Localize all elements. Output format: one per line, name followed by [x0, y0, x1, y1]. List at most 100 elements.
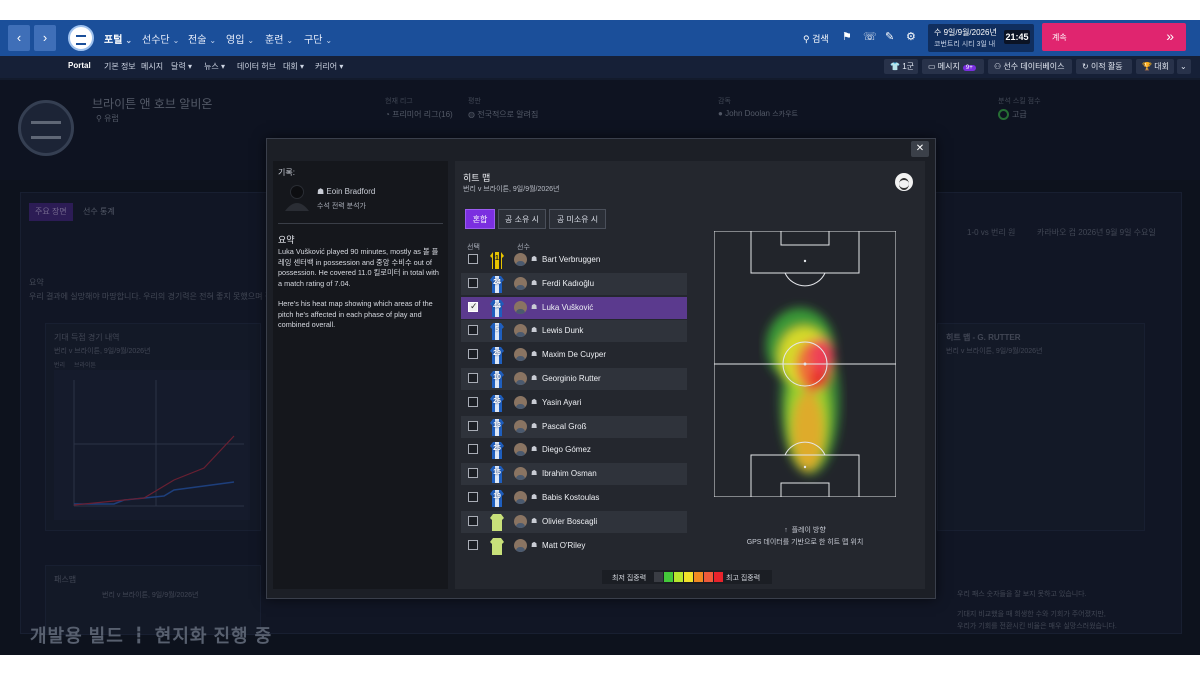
player-person-icon: ☗ [531, 517, 538, 525]
message-icon: ▭ [928, 62, 936, 71]
player-avatar [514, 395, 527, 409]
date-text: 수 9일/9월/2026년 [934, 28, 997, 37]
player-person-icon: ☗ [531, 470, 538, 478]
subnav-competitions[interactable]: 대회 ▾ [283, 61, 304, 72]
transfer-activity-button[interactable]: ↻ 이적 활동 [1076, 59, 1132, 74]
player-row[interactable]: 25 ☗ Diego Gómez [461, 439, 687, 461]
toggle-out-of-possession[interactable]: 공 미소유 시 [549, 209, 606, 229]
subnav-overview[interactable]: 기본 정보 [104, 61, 136, 72]
player-name[interactable]: Babis Kostoulas [542, 493, 599, 502]
toggle-in-possession[interactable]: 공 소유 시 [498, 209, 546, 229]
player-checkbox[interactable] [468, 373, 478, 383]
chevron-down-icon: ⌄ [247, 36, 255, 45]
legend-swatch [664, 572, 673, 582]
player-name[interactable]: Matt O'Riley [542, 541, 585, 550]
settings-icon[interactable]: ⚙ [906, 30, 916, 43]
notification-icon[interactable]: ☏ [863, 30, 877, 43]
player-name[interactable]: Georginio Rutter [542, 374, 601, 383]
player-name[interactable]: Pascal Groß [542, 422, 586, 431]
search-icon: ⚲ [803, 34, 810, 44]
player-row[interactable]: 19 ☗ Babis Kostoulas [461, 487, 687, 509]
shirt-number: 29 [493, 350, 501, 358]
toggle-combined[interactable]: 혼합 [465, 209, 495, 229]
player-name[interactable]: Maxim De Cuyper [542, 350, 606, 359]
player-checkbox[interactable] [468, 396, 478, 407]
player-name[interactable]: Lewis Dunk [542, 326, 583, 335]
player-row[interactable]: 13 ☗ Pascal Groß [461, 415, 687, 438]
subnav-inbox[interactable]: 메시지 [141, 61, 163, 72]
messages-button[interactable]: ▭ 메시지 9+ [922, 59, 984, 74]
continue-button[interactable]: 계속 » [1042, 23, 1186, 51]
player-checkbox[interactable] [468, 420, 478, 431]
player-row[interactable]: 26 ☗ Yasin Ayari [461, 392, 687, 414]
shirt-number: 10 [493, 374, 501, 381]
menu-training[interactable]: 훈련 ⌄ [265, 31, 293, 46]
player-name[interactable]: Olivier Boscagli [542, 517, 597, 526]
player-name[interactable]: Yasin Ayari [542, 398, 581, 407]
player-row[interactable]: 29 ☗ Maxim De Cuyper [461, 344, 687, 366]
shirt-number: 13 [493, 421, 501, 429]
trophy-icon: 🏆 [1142, 62, 1152, 71]
player-checkbox[interactable] [468, 539, 478, 550]
heatmap-subtitle: 번리 v 브라이튼, 9일/9월/2026년 [463, 186, 560, 193]
legend-swatch [674, 572, 683, 582]
expand-button[interactable]: ⌄ [1177, 59, 1191, 74]
menu-club[interactable]: 구단 ⌄ [304, 31, 332, 46]
player-row[interactable]: ☗ Matt O'Riley [461, 535, 687, 557]
player-checkbox[interactable] [468, 444, 478, 455]
player-checkbox[interactable] [468, 301, 478, 312]
player-checkbox[interactable] [468, 349, 478, 360]
play-direction-label: ↑ 플레이 방향 [784, 527, 826, 534]
player-row[interactable]: ☗ Olivier Boscagli [461, 510, 687, 533]
player-row[interactable]: 1 ☗ Bart Verbruggen [461, 249, 687, 271]
first-team-button[interactable]: 👕 1군 [884, 59, 918, 74]
player-name[interactable]: Bart Verbruggen [542, 255, 600, 264]
subnav-data-hub[interactable]: 데이터 허브 [237, 61, 276, 72]
player-checkbox[interactable] [468, 277, 478, 288]
menu-tactics[interactable]: 전술 ⌄ [188, 31, 216, 46]
legend-swatch [654, 572, 663, 582]
player-row[interactable]: 15 ☗ Ibrahim Osman [461, 463, 687, 486]
subnav-career[interactable]: 커리어 ▾ [315, 61, 343, 72]
player-row[interactable]: 10 ☗ Georginio Rutter [461, 368, 687, 390]
search-button[interactable]: ⚲ 검색 [803, 32, 829, 45]
menu-portal[interactable]: 포털 ⌄ [104, 31, 132, 46]
player-name[interactable]: Diego Gómez [542, 445, 591, 454]
player-row[interactable]: 24 ☗ Ferdi Kadıoğlu [461, 272, 687, 295]
player-checkbox[interactable] [468, 325, 478, 336]
player-row[interactable]: 44 ☗ Luka Vušković [461, 296, 687, 319]
player-name[interactable]: Ibrahim Osman [542, 469, 597, 478]
close-button[interactable]: ✕ [911, 141, 929, 157]
player-avatar [514, 300, 527, 314]
player-person-icon: ☗ [531, 446, 538, 454]
player-name[interactable]: Luka Vušković [542, 303, 593, 312]
player-name[interactable]: Ferdi Kadıoğlu [542, 279, 594, 288]
refresh-icon: ↻ [1082, 62, 1089, 71]
shirt-number: 25 [493, 445, 501, 453]
player-checkbox[interactable] [468, 468, 478, 479]
menu-transfers[interactable]: 영입 ⌄ [226, 31, 254, 46]
back-button[interactable]: ‹ [8, 25, 30, 51]
shirt-number: 24 [493, 278, 501, 286]
bookmark-icon[interactable]: ⚑ [842, 30, 852, 43]
player-row[interactable]: 5 ☗ Lewis Dunk [461, 320, 687, 343]
arrow-up-icon: ↑ [784, 527, 788, 534]
club-logo-icon[interactable] [68, 25, 94, 51]
player-checkbox[interactable] [468, 515, 478, 526]
competitions-button[interactable]: 🏆 대회 [1136, 59, 1174, 74]
player-person-icon: ☗ [531, 256, 538, 263]
player-database-button[interactable]: ⚇ 선수 데이터베이스 [988, 59, 1072, 74]
edit-icon[interactable]: ✎ [885, 30, 894, 43]
intensity-legend: 최저 집중력 최고 집중력 [602, 570, 772, 584]
subnav-calendar[interactable]: 달력 ▾ [171, 61, 192, 72]
analyst-avatar [285, 185, 309, 211]
legend-swatch [704, 572, 713, 582]
menu-squad[interactable]: 선수단 ⌄ [142, 31, 179, 46]
shirt-number: 26 [493, 397, 501, 405]
forward-button[interactable]: › [34, 25, 56, 51]
player-avatar [514, 419, 527, 433]
player-checkbox[interactable] [468, 492, 478, 502]
player-checkbox[interactable] [468, 254, 478, 264]
subnav-portal[interactable]: Portal [68, 61, 91, 70]
subnav-news[interactable]: 뉴스 ▾ [204, 61, 225, 72]
